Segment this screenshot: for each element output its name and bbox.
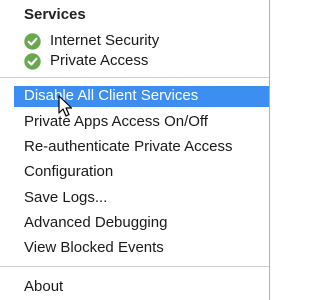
menu-separator <box>0 77 269 78</box>
menu-item-advanced-debugging[interactable]: Advanced Debugging <box>24 213 167 233</box>
menu-item-configuration[interactable]: Configuration <box>24 162 113 182</box>
status-internet-security: Internet Security <box>24 31 159 51</box>
menu-item-reauthenticate-private-access[interactable]: Re-authenticate Private Access <box>24 137 232 157</box>
check-circle-icon <box>24 52 41 70</box>
menu-separator <box>0 266 269 267</box>
status-label: Private Access <box>50 52 149 69</box>
menu-border <box>269 0 270 300</box>
menu-item-disable-all-client-services[interactable]: Disable All Client Services <box>24 86 198 106</box>
status-private-access: Private Access <box>24 51 148 71</box>
check-circle-icon <box>24 32 41 50</box>
services-heading: Services <box>24 6 86 23</box>
context-menu: Services Internet Security Private Acces… <box>0 0 270 300</box>
menu-item-view-blocked-events[interactable]: View Blocked Events <box>24 238 164 258</box>
menu-item-about[interactable]: About <box>24 277 63 297</box>
status-label: Internet Security <box>50 32 160 49</box>
mouse-pointer-icon <box>58 95 73 117</box>
menu-item-save-logs[interactable]: Save Logs... <box>24 188 107 208</box>
menu-item-private-apps-access[interactable]: Private Apps Access On/Off <box>24 112 208 132</box>
